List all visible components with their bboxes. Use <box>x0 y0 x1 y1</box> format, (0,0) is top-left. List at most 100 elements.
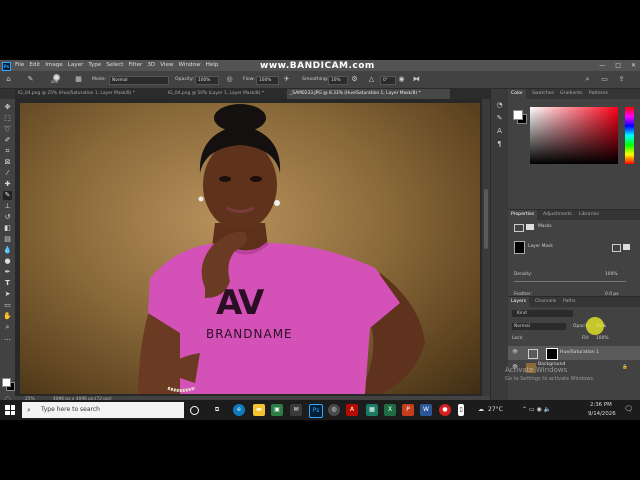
clock-time[interactable]: 2:36 PM <box>590 402 612 408</box>
bandicam-icon[interactable]: ● <box>439 404 451 416</box>
density-slider[interactable] <box>514 281 626 282</box>
rectangle-tool-icon[interactable]: ▭ <box>3 301 12 310</box>
fill-value[interactable]: 100% <box>596 336 609 341</box>
photoshop-logo-icon[interactable]: Ps <box>2 62 11 71</box>
visibility-eye-icon[interactable]: 👁 <box>512 346 518 360</box>
menu-image[interactable]: Image <box>45 60 63 71</box>
dodge-tool-icon[interactable]: ● <box>3 257 12 266</box>
vector-mask-icon[interactable] <box>526 224 534 230</box>
pressure-size-icon[interactable]: ◉ <box>397 75 406 84</box>
layer-row-hue-saturation[interactable]: 👁 Hue/Saturation 1 <box>508 346 640 360</box>
brushes-panel-icon[interactable]: ✎ <box>495 114 504 123</box>
history-panel-icon[interactable]: ◔ <box>495 101 504 110</box>
photoshop-taskbar-icon[interactable]: Ps <box>309 404 323 418</box>
menu-filter[interactable]: Filter <box>128 60 142 71</box>
weather-icon[interactable]: ☁ <box>478 406 484 413</box>
powerpoint-icon[interactable]: P <box>402 404 414 416</box>
notifications-icon[interactable]: 🗨 <box>624 405 633 413</box>
photos-icon[interactable]: ▦ <box>366 404 378 416</box>
character-panel-icon[interactable]: A <box>495 127 504 136</box>
chrome-icon[interactable]: ◎ <box>328 404 340 416</box>
workspace-icon[interactable]: ▭ <box>600 75 609 84</box>
color-picker-field[interactable] <box>530 107 618 164</box>
path-select-tool-icon[interactable]: ➤ <box>3 290 12 299</box>
pen-tool-icon[interactable]: ✒ <box>3 268 12 277</box>
tab-channels[interactable]: Channels <box>532 297 559 307</box>
tab-paths[interactable]: Paths <box>560 297 579 307</box>
excel-icon[interactable]: X <box>384 404 396 416</box>
task-view-icon[interactable]: ⧉ <box>211 404 223 416</box>
menu-type[interactable]: Type <box>88 60 101 71</box>
tab-properties[interactable]: Properties <box>508 210 538 220</box>
notepad-icon[interactable]: ▯ <box>458 404 464 416</box>
tab-sam0233[interactable]: _SAM0233.JPG @ 8.33% (Hue/Saturation 1, … <box>287 89 450 99</box>
menu-help[interactable]: Help <box>206 60 219 71</box>
menu-layer[interactable]: Layer <box>68 60 84 71</box>
tab-patterns[interactable]: Patterns <box>586 89 611 99</box>
blend-mode-select[interactable]: Normal <box>512 323 566 330</box>
angle-input[interactable]: 0° <box>380 76 396 85</box>
lock-icon[interactable]: 🔒 <box>622 361 628 375</box>
more-tools-icon[interactable]: … <box>3 334 12 343</box>
word-icon[interactable]: W <box>420 404 432 416</box>
tab-swatches[interactable]: Swatches <box>529 89 557 99</box>
tab-ig04-50[interactable]: IG_04.png @ 50% (Layer 1, Layer Mask/8) … <box>165 89 286 99</box>
cortana-icon[interactable] <box>190 406 199 415</box>
maximize-icon[interactable]: □ <box>615 60 621 71</box>
menu-file[interactable]: File <box>15 60 24 71</box>
clock-date[interactable]: 9/14/2026 <box>588 411 616 417</box>
menu-select[interactable]: Select <box>106 60 123 71</box>
marquee-tool-icon[interactable]: ⬚ <box>3 114 12 123</box>
pressure-opacity-icon[interactable]: ◎ <box>225 75 234 84</box>
smoothing-options-gear-icon[interactable]: ⚙ <box>350 75 359 84</box>
clone-stamp-tool-icon[interactable]: ⊥ <box>3 202 12 211</box>
filter-kind-select[interactable]: Kind <box>512 310 573 317</box>
brush-settings-icon[interactable]: ▦ <box>74 75 83 84</box>
mail-icon[interactable]: ✉ <box>290 404 302 416</box>
menu-3d[interactable]: 3D <box>147 60 155 71</box>
lasso-tool-icon[interactable]: ➰ <box>3 125 12 134</box>
acrobat-icon[interactable]: A <box>346 404 358 416</box>
scrollbar-thumb[interactable] <box>484 189 488 249</box>
hue-slider[interactable] <box>625 107 634 164</box>
crop-tool-icon[interactable]: ⌗ <box>3 147 12 156</box>
brush-tool-icon[interactable]: ✎ <box>26 75 35 84</box>
density-value[interactable]: 100% <box>605 272 618 277</box>
file-explorer-icon[interactable]: ▬ <box>253 404 265 416</box>
tray-icons[interactable]: ⌃ ▭ ◉ 🔈 <box>522 406 551 413</box>
tab-color[interactable]: Color <box>508 89 526 99</box>
layer-mask-thumbnail[interactable] <box>514 241 525 254</box>
tab-adjustments[interactable]: Adjustments <box>540 210 575 220</box>
select-pixel-mask-icon[interactable] <box>612 244 621 252</box>
blur-tool-icon[interactable]: 💧 <box>3 246 12 255</box>
layer-name[interactable]: Hue/Saturation 1 <box>560 346 599 360</box>
quick-select-tool-icon[interactable]: ✐ <box>3 136 12 145</box>
canvas-vertical-scrollbar[interactable] <box>482 99 490 396</box>
angle-icon[interactable]: △ <box>367 75 376 84</box>
pixel-mask-icon[interactable] <box>514 224 524 232</box>
menu-window[interactable]: Window <box>179 60 201 71</box>
brush-tool-active-icon[interactable]: ✎ <box>3 191 12 200</box>
paragraph-panel-icon[interactable]: ¶ <box>495 140 504 149</box>
menu-view[interactable]: View <box>160 60 173 71</box>
share-icon[interactable]: ⇪ <box>617 75 626 84</box>
hand-tool-icon[interactable]: ✋ <box>3 312 12 321</box>
foreground-color-swatch[interactable] <box>2 378 11 387</box>
close-icon[interactable]: ✕ <box>631 60 636 71</box>
flow-input[interactable]: 100% <box>256 76 279 85</box>
home-icon[interactable]: ⌂ <box>4 75 13 84</box>
tab-gradients[interactable]: Gradients <box>557 89 585 99</box>
weather-temp[interactable]: 27°C <box>488 406 503 413</box>
zoom-tool-icon[interactable]: ⌕ <box>3 323 12 332</box>
type-tool-icon[interactable]: T <box>3 279 12 288</box>
taskbar-search[interactable]: ⌕ Type here to search <box>22 402 184 418</box>
canvas-area[interactable]: AV BRANDNAME <box>15 99 490 404</box>
add-vector-mask-icon[interactable] <box>623 244 630 250</box>
tab-ig04-25[interactable]: IG_04.png @ 25% (Hue/Saturation 1, Layer… <box>15 89 156 99</box>
windows-start-icon[interactable] <box>5 405 15 415</box>
symmetry-icon[interactable]: ⧓ <box>412 75 421 84</box>
move-tool-icon[interactable]: ✥ <box>3 103 12 112</box>
frame-tool-icon[interactable]: ⊠ <box>3 158 12 167</box>
tab-libraries[interactable]: Libraries <box>576 210 602 220</box>
eyedropper-tool-icon[interactable]: ⁄ <box>3 169 12 178</box>
